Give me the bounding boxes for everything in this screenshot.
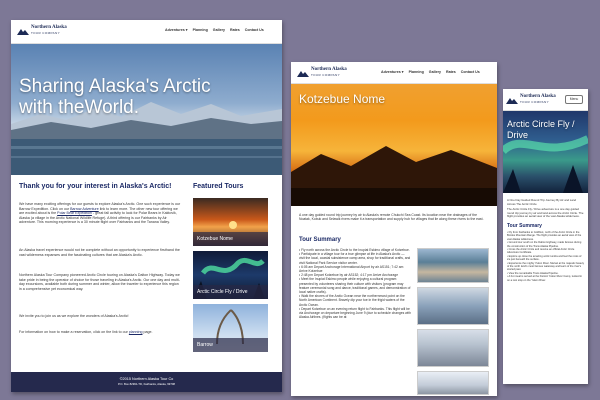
- featured-tours-heading: Featured Tours: [193, 183, 244, 190]
- footer-address: P.O. Box 82991-TD, Fairbanks, Alaska, 99…: [117, 382, 175, 386]
- intro-paragraph-3: Northern Alaska Tour Company pioneered A…: [19, 273, 180, 291]
- tour-card-label: Kotzebue Nome: [193, 232, 268, 246]
- tour-summary-heading: Tour Summary: [507, 223, 542, 229]
- list-item: • Meet the Inupiat Eskimo people while e…: [299, 277, 411, 295]
- list-item: • A hot meal is served at the historic Y…: [507, 275, 583, 282]
- top-navigation: Northern Alaska TOUR COMPANY Adventures▾…: [11, 20, 282, 44]
- mountain-logo-icon: [297, 71, 309, 77]
- chevron-down-icon: ▾: [401, 70, 404, 74]
- intro-paragraph-2: An Alaska travel experience would not be…: [19, 248, 180, 257]
- tour-card-arctic-circle[interactable]: Arctic Circle Fly / Drive: [193, 251, 268, 299]
- intro-heading: Thank you for your interest in Alaska's …: [19, 183, 172, 190]
- page-footer: ©2015 Northern Alaska Tour Co P.O. Box 8…: [11, 372, 282, 392]
- nav-gallery[interactable]: Gallery: [429, 70, 441, 74]
- brand-logo[interactable]: Northern Alaska TOUR COMPANY: [297, 67, 361, 81]
- intro-paragraph-4: We invite you to join us as we explore t…: [19, 314, 129, 318]
- nav-rates[interactable]: Rates: [446, 70, 456, 74]
- list-item: • Walk the shores of the Arctic Ocean ne…: [299, 294, 405, 307]
- tour-summary-list: • Fly from Fairbanks to Coldfoot, north …: [507, 231, 584, 282]
- hero-banner: Kotzebue Nome: [291, 84, 497, 206]
- village-photo: [417, 287, 489, 325]
- top-navigation: Northern Alaska TOUR COMPANY Adventures▾…: [291, 62, 497, 84]
- brand-tagline: TOUR COMPANY: [311, 73, 341, 77]
- planning-link[interactable]: planning: [129, 330, 143, 334]
- footer-copyright: ©2015 Northern Alaska Tour Co: [119, 377, 174, 381]
- barrow-adventure-link[interactable]: Barrow Adventure: [70, 207, 99, 211]
- hero-title: Sharing Alaska's Arctic with theWorld.: [19, 76, 211, 118]
- nav-rates[interactable]: Rates: [230, 28, 240, 32]
- shore-photo: [417, 371, 489, 395]
- brand-name: Northern Alaska: [520, 94, 556, 99]
- nav-planning[interactable]: Planning: [409, 70, 424, 74]
- tour-card-barrow[interactable]: Barrow: [193, 304, 268, 352]
- nav-contact[interactable]: Contact Us: [461, 70, 480, 74]
- home-page-preview: Northern Alaska TOUR COMPANY Adventures▾…: [11, 20, 282, 392]
- mountain-logo-icon: [506, 98, 518, 104]
- top-navigation: Northern Alaska TOUR COMPANY Menu: [503, 89, 588, 111]
- nav-contact[interactable]: Contact Us: [245, 28, 264, 32]
- tour-summary-heading: Tour Summary: [299, 237, 341, 243]
- nav-planning[interactable]: Planning: [193, 28, 208, 32]
- aerial-coast-photo: [417, 248, 489, 283]
- brand-tagline: TOUR COMPANY: [520, 100, 550, 104]
- polar-bear-link[interactable]: Polar Bear Expedition: [57, 211, 92, 215]
- tour-summary-list: • Fly north across the Arctic Circle to …: [299, 248, 411, 319]
- tour-card-label: Arctic Circle Fly / Drive: [193, 285, 268, 299]
- brand-name: Northern Alaska: [31, 25, 67, 30]
- tour-intro: A one day guided round trip journey by a…: [299, 213, 484, 222]
- hero-banner: Arctic Circle Fly / Drive: [503, 111, 588, 193]
- intro-paragraph-5: For information on how to make a reserva…: [19, 330, 153, 334]
- brand-tagline: TOUR COMPANY: [31, 31, 61, 35]
- arctic-circle-mobile-preview: Northern Alaska TOUR COMPANY Menu Arctic…: [503, 89, 588, 384]
- hero-banner: Sharing Alaska's Arctic with theWorld.: [11, 44, 282, 175]
- chevron-down-icon: ▾: [185, 28, 188, 32]
- list-item: • Fly from Fairbanks to Coldfoot, north …: [507, 231, 582, 241]
- nav-adventures[interactable]: Adventures: [381, 70, 401, 74]
- list-item: • 6:05 am Depart Anchorage International…: [299, 264, 404, 274]
- list-item: • Experience the mighty Yukon River. Mar…: [507, 261, 584, 272]
- kotzebue-page-preview: Northern Alaska TOUR COMPANY Adventures▾…: [291, 62, 497, 396]
- hero-title: Arctic Circle Fly / Drive: [507, 119, 575, 140]
- tour-intro-detail: The Arctic Circle Fly / Drive adventure …: [507, 207, 584, 219]
- brand-logo[interactable]: Northern Alaska TOUR COMPANY: [506, 94, 570, 108]
- hero-title: Kotzebue Nome: [299, 92, 386, 106]
- list-item: • Cross the Arctic Circle and receive an…: [507, 248, 575, 255]
- tour-card-kotzebue[interactable]: Kotzebue Nome: [193, 198, 268, 246]
- list-item: • Ground tour south on the Dalton Highwa…: [507, 241, 582, 248]
- nav-adventures[interactable]: Adventures: [165, 28, 185, 32]
- nav-gallery[interactable]: Gallery: [213, 28, 225, 32]
- brand-logo[interactable]: Northern Alaska TOUR COMPANY: [17, 25, 81, 39]
- brand-name: Northern Alaska: [311, 67, 347, 72]
- people-photo: [417, 329, 489, 367]
- tour-intro: A One Day Guided Round Trip Journey By A…: [507, 198, 577, 206]
- intro-paragraph-1: We have many exciting offerings for our …: [19, 202, 181, 225]
- menu-button[interactable]: Menu: [565, 95, 583, 104]
- mountain-logo-icon: [17, 29, 29, 35]
- tour-card-label: Barrow: [193, 338, 268, 352]
- list-item: • Participate in a village tour for a tr…: [299, 252, 411, 265]
- list-item: • Depart Kotzebue on an evening return f…: [299, 306, 411, 320]
- list-item: • Explore up close the amazing arctic tu…: [507, 254, 582, 262]
